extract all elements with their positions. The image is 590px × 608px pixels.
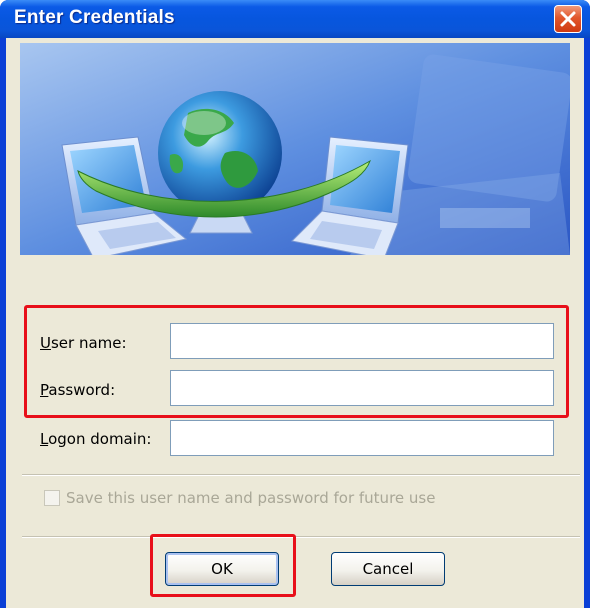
close-button[interactable] <box>554 5 582 33</box>
window-title: Enter Credentials <box>14 7 175 28</box>
title-bar[interactable]: Enter Credentials <box>0 0 590 38</box>
separator <box>22 474 580 476</box>
save-credentials-label: Save this user name and password for fut… <box>66 489 436 507</box>
password-label: Password: <box>40 381 116 399</box>
logon-domain-input[interactable] <box>170 420 554 456</box>
username-label: User name: <box>40 334 127 352</box>
separator <box>22 536 580 538</box>
close-icon <box>560 11 576 27</box>
password-input[interactable] <box>170 370 554 406</box>
cancel-button[interactable]: Cancel <box>331 552 445 586</box>
save-credentials-checkbox[interactable] <box>44 490 60 506</box>
credentials-dialog: Enter Credentials User name: Password: L… <box>0 0 590 608</box>
logon-domain-label: Logon domain: <box>40 430 152 448</box>
username-input[interactable] <box>170 323 554 359</box>
ok-button[interactable]: OK <box>165 552 279 586</box>
network-banner-image <box>20 43 570 255</box>
